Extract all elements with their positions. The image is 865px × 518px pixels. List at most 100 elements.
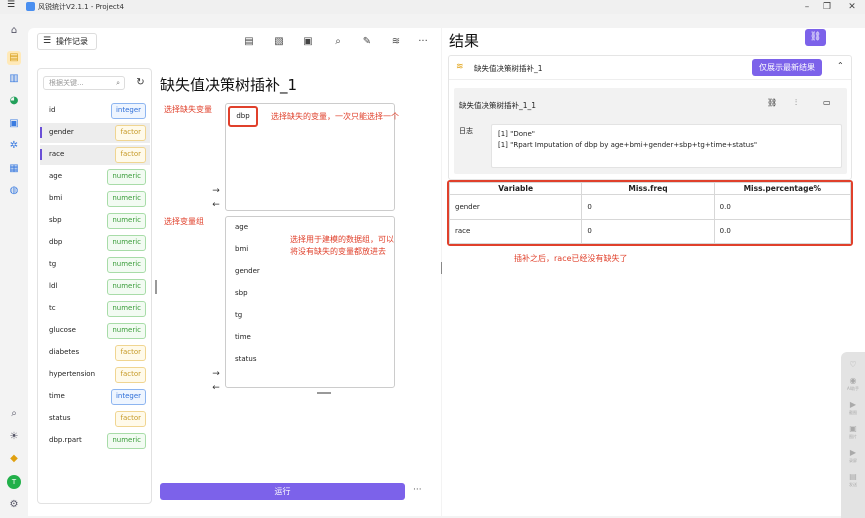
variable-name: glucose	[49, 326, 76, 334]
table-row: gender 0 0.0	[448, 194, 852, 220]
operation-record-button[interactable]: ☰ 操作记录	[37, 33, 97, 50]
minimize-icon[interactable]: –	[800, 1, 814, 13]
more-icon[interactable]: ···	[416, 35, 430, 49]
scrollbar-handle[interactable]	[155, 280, 157, 294]
arrow-left-icon[interactable]: ←	[211, 200, 221, 210]
missing-var-item[interactable]: dbp	[228, 106, 258, 127]
missing-var-label: 选择缺失变量	[164, 105, 212, 114]
maximize-icon[interactable]: ❐	[820, 1, 834, 13]
diamond-icon[interactable]: ◆	[7, 452, 21, 466]
search-icon[interactable]: ⌕	[7, 407, 21, 421]
floatbar-icon[interactable]: ▤	[845, 472, 861, 481]
group-variable-item[interactable]: time	[235, 333, 251, 341]
log-line: [1] "Rpart Imputation of dbp by age+bmi+…	[498, 141, 758, 149]
floatbar-icon[interactable]: ▶	[845, 400, 861, 409]
variable-type-badge: factor	[115, 147, 146, 163]
heart-icon[interactable]: ♡	[845, 360, 861, 369]
show-latest-button[interactable]: 仅展示最新结果	[752, 59, 822, 76]
database-icon[interactable]: ≋	[389, 35, 403, 49]
variable-item[interactable]: tc numeric	[40, 299, 150, 319]
variable-type-badge: numeric	[107, 213, 146, 229]
group-variable-item[interactable]: status	[235, 355, 257, 363]
pie-icon[interactable]: ◕	[7, 94, 21, 108]
image-icon[interactable]: ▣	[7, 117, 21, 131]
search-doc-icon[interactable]: ⌕	[331, 35, 345, 49]
variable-item[interactable]: ldl numeric	[40, 277, 150, 297]
variable-item[interactable]: bmi numeric	[40, 189, 150, 209]
user-avatar-icon[interactable]: T	[7, 475, 21, 489]
group-hint-line1: 选择用于建模的数据组，可以	[290, 235, 394, 244]
arrow-left-icon[interactable]: ←	[211, 383, 221, 393]
globe-icon[interactable]: ◍	[7, 184, 21, 198]
collapse-chevron-icon[interactable]: ⌃	[837, 61, 844, 70]
variable-item[interactable]: status factor	[40, 409, 150, 429]
arrow-right-icon[interactable]: →	[211, 369, 221, 379]
variable-name: sbp	[49, 216, 62, 224]
search-input[interactable]: 根据关键... ⌕	[43, 76, 125, 90]
group-variable-item[interactable]: tg	[235, 311, 242, 319]
selected-marker	[40, 149, 42, 160]
home-icon[interactable]: ⌂	[7, 24, 21, 38]
title-bar: ☰ 风锐统计V2.1.1 - Project4 – ❐ ✕	[0, 0, 865, 14]
excel-icon[interactable]: ▧	[272, 35, 286, 49]
col-header-miss-freq: Miss.freq	[581, 182, 715, 195]
variable-item[interactable]: dbp numeric	[40, 233, 150, 253]
variable-item[interactable]: dbp.rpart numeric	[40, 431, 150, 451]
log-output: [1] "Done" [1] "Rpart Imputation of dbp …	[491, 124, 842, 168]
variable-item[interactable]: sbp numeric	[40, 211, 150, 231]
close-icon[interactable]: ✕	[845, 1, 859, 13]
variable-item[interactable]: race factor	[40, 145, 150, 165]
group-variable-item[interactable]: sbp	[235, 289, 248, 297]
run-more-icon[interactable]: ···	[413, 485, 422, 495]
chart-icon[interactable]: ▥	[7, 72, 21, 86]
doc-icon[interactable]: ▤	[242, 35, 256, 49]
arrow-right-icon[interactable]: →	[211, 186, 221, 196]
variable-item[interactable]: age numeric	[40, 167, 150, 187]
floatbar-label: AI助手	[847, 386, 859, 391]
run-button[interactable]: 运行	[160, 483, 405, 500]
grid-icon[interactable]: ▦	[7, 162, 21, 176]
group-variable-item[interactable]: age	[235, 223, 248, 231]
variable-name: age	[49, 172, 63, 180]
hamburger-menu-icon[interactable]: ☰	[7, 0, 15, 10]
floatbar-icon[interactable]: ◉	[845, 376, 861, 385]
variable-item[interactable]: hypertension factor	[40, 365, 150, 385]
variable-type-badge: integer	[110, 103, 146, 119]
refresh-icon[interactable]: ↻	[134, 76, 147, 90]
resize-handle[interactable]	[317, 392, 331, 394]
folder-icon[interactable]: ▭	[823, 98, 831, 107]
variable-name: gender	[49, 128, 74, 136]
data-icon[interactable]: ▤	[7, 51, 21, 65]
variable-item[interactable]: tg numeric	[40, 255, 150, 275]
floatbar-icon[interactable]: ▶	[845, 448, 861, 457]
page-title: 缺失值决策树插补_1	[160, 76, 298, 94]
sliders-icon[interactable]: ⫶	[795, 98, 797, 108]
save-icon[interactable]: ▣	[301, 35, 315, 49]
floatbar-icon[interactable]: ▣	[845, 424, 861, 433]
link-icon[interactable]: ⛓	[767, 98, 777, 107]
log-label: 日志	[459, 127, 473, 135]
theme-icon[interactable]: ☀	[7, 430, 21, 444]
link-button[interactable]: ⛓	[805, 29, 826, 46]
variable-item[interactable]: id integer	[40, 101, 150, 121]
variable-item[interactable]: diabetes factor	[40, 343, 150, 363]
variable-type-badge: factor	[115, 367, 146, 383]
floatbar-label: 图片	[849, 434, 857, 439]
variable-item[interactable]: time integer	[40, 387, 150, 407]
card-title: 缺失值决策树插补_1	[474, 64, 543, 73]
network-icon[interactable]: ✲	[7, 139, 21, 153]
table-cell: 0	[581, 194, 715, 220]
app-logo-icon	[26, 2, 35, 11]
col-header-variable: Variable	[448, 182, 583, 195]
variable-item[interactable]: gender factor	[40, 123, 150, 143]
variable-name: diabetes	[49, 348, 80, 356]
variable-item[interactable]: glucose numeric	[40, 321, 150, 341]
group-variable-item[interactable]: bmi	[235, 245, 248, 253]
table-cell: race	[448, 218, 583, 244]
variable-type-badge: numeric	[107, 191, 146, 207]
group-variable-item[interactable]: gender	[235, 267, 260, 275]
variable-name: status	[49, 414, 71, 422]
settings-gear-icon[interactable]: ⚙	[7, 498, 21, 512]
tool-icon[interactable]: ✎	[360, 35, 374, 49]
variable-name: dbp.rpart	[49, 436, 82, 444]
